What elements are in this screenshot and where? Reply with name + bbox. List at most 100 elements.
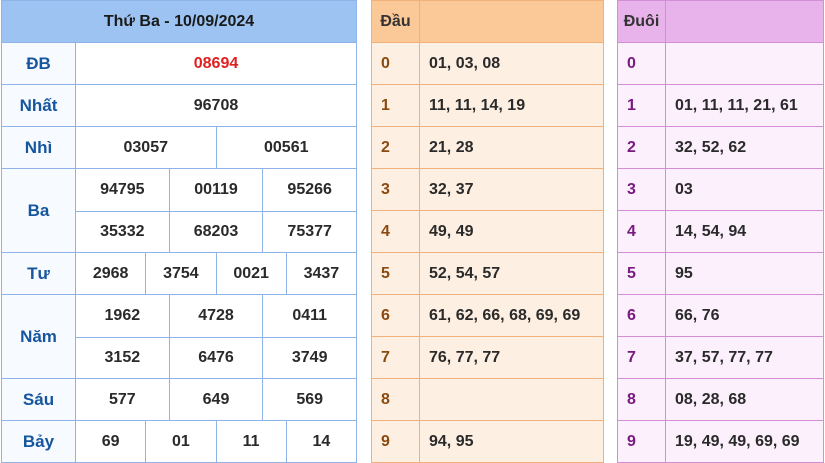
tail-table-header: Đuôi (618, 1, 823, 43)
prize-number: 1962 (104, 307, 141, 324)
tail-row: 3 03 (618, 169, 823, 211)
tail-row: 4 14, 54, 94 (618, 211, 823, 253)
prize-number: 6476 (168, 338, 263, 378)
head-values: 11, 11, 14, 19 (429, 96, 526, 114)
prize-number: 14 (285, 421, 356, 462)
head-table-header: Đầu (372, 1, 603, 43)
prize-number: 00561 (215, 127, 357, 168)
tail-values: 19, 49, 49, 69, 69 (675, 432, 800, 450)
prize-row-second: Nhì 03057 00561 (2, 127, 356, 169)
prize-number: 649 (168, 379, 263, 420)
tail-values: 37, 57, 77, 77 (675, 348, 773, 366)
tail-digit: 4 (618, 211, 666, 252)
head-digit: 8 (372, 379, 420, 420)
prize-number: 577 (108, 390, 136, 408)
tail-digit: 3 (618, 169, 666, 210)
tail-digits-table: Đuôi 0 1 01, 11, 11, 21, 61 2 32, 52, 62 3… (617, 0, 824, 463)
tail-row: 0 (618, 43, 823, 85)
head-row: 9 94, 95 (372, 421, 603, 462)
prize-label: Bảy (2, 421, 76, 462)
tail-values: 95 (675, 264, 693, 282)
head-row: 5 52, 54, 57 (372, 253, 603, 295)
prize-number: 94795 (100, 181, 145, 198)
prize-number: 569 (262, 379, 356, 420)
prize-number: 00119 (168, 169, 263, 211)
head-values: 49, 49 (429, 222, 474, 240)
prize-number: 0021 (215, 253, 286, 294)
head-values (420, 379, 603, 420)
head-digit: 7 (372, 337, 420, 378)
head-values: 61, 62, 66, 68, 69, 69 (429, 306, 581, 324)
prize-number: 01 (145, 421, 215, 462)
tail-values: 08, 28, 68 (675, 390, 747, 408)
prize-label: Ba (2, 169, 76, 252)
prize-number: 0411 (262, 295, 356, 337)
prize-row-seventh: Bảy 69 01 11 14 (2, 421, 356, 462)
head-row: 8 (372, 379, 603, 421)
prize-row-fourth: Tư 2968 3754 0021 3437 (2, 253, 356, 295)
prize-label: Nhì (2, 127, 76, 168)
prize-number: 03057 (123, 138, 169, 156)
head-values: 32, 37 (429, 180, 474, 198)
head-digit: 3 (372, 169, 420, 210)
prize-row-first: Nhất 96708 (2, 85, 356, 127)
prize-number: 3754 (145, 253, 215, 294)
tail-values: 32, 52, 62 (675, 138, 747, 156)
prize-number: 4728 (168, 295, 263, 337)
tail-table-title: Đuôi (618, 1, 666, 42)
prize-number: 75377 (262, 212, 356, 252)
prize-number: 3749 (262, 338, 356, 378)
prize-label: Sáu (2, 379, 76, 420)
head-row: 7 76, 77, 77 (372, 337, 603, 379)
tail-row: 7 37, 57, 77, 77 (618, 337, 823, 379)
head-values: 21, 28 (429, 138, 474, 156)
prize-number: 69 (101, 432, 120, 450)
tail-row: 6 66, 76 (618, 295, 823, 337)
head-digit: 0 (372, 43, 420, 84)
prize-row-special: ĐB 08694 (2, 43, 356, 85)
head-values: 01, 03, 08 (429, 54, 501, 72)
tail-digit: 1 (618, 85, 666, 126)
tail-row: 5 95 (618, 253, 823, 295)
tail-values: 01, 11, 11, 21, 61 (675, 96, 798, 114)
results-date-title: Thứ Ba - 10/09/2024 (2, 1, 356, 43)
prize-number: 2968 (92, 264, 129, 282)
tail-digit: 7 (618, 337, 666, 378)
head-digit: 5 (372, 253, 420, 294)
tail-digit: 0 (618, 43, 666, 84)
head-digit: 4 (372, 211, 420, 252)
head-digit: 1 (372, 85, 420, 126)
tail-row: 1 01, 11, 11, 21, 61 (618, 85, 823, 127)
head-values: 52, 54, 57 (429, 264, 501, 282)
prize-number: 11 (215, 421, 286, 462)
head-digit: 9 (372, 421, 420, 462)
head-values: 76, 77, 77 (429, 348, 501, 366)
prize-row-sixth: Sáu 577 649 569 (2, 379, 356, 421)
prize-label: Năm (2, 295, 76, 378)
head-row: 3 32, 37 (372, 169, 603, 211)
prize-row-third: Ba 94795 00119 95266 35332 68203 75377 (2, 169, 356, 253)
tail-row: 8 08, 28, 68 (618, 379, 823, 421)
head-digit: 6 (372, 295, 420, 336)
head-row: 0 01, 03, 08 (372, 43, 603, 85)
tail-row: 2 32, 52, 62 (618, 127, 823, 169)
prize-label: Nhất (2, 85, 76, 126)
tail-digit: 6 (618, 295, 666, 336)
head-row: 1 11, 11, 14, 19 (372, 85, 603, 127)
prize-number: 35332 (100, 223, 145, 240)
head-digits-table: Đầu 0 01, 03, 08 1 11, 11, 14, 19 2 21, 28 … (371, 0, 604, 463)
head-row: 4 49, 49 (372, 211, 603, 253)
prize-number: 3152 (104, 349, 141, 366)
prize-label: ĐB (2, 43, 76, 84)
prize-number: 3437 (285, 253, 356, 294)
tail-digit: 5 (618, 253, 666, 294)
prize-row-fifth: Năm 1962 4728 0411 3152 6476 3749 (2, 295, 356, 379)
head-row: 6 61, 62, 66, 68, 69, 69 (372, 295, 603, 337)
tail-values: 14, 54, 94 (675, 222, 747, 240)
tail-digit: 2 (618, 127, 666, 168)
special-prize-number: 08694 (193, 54, 239, 72)
head-row: 2 21, 28 (372, 127, 603, 169)
head-values: 94, 95 (429, 432, 474, 450)
tail-values: 03 (675, 180, 693, 198)
tail-values (666, 43, 823, 84)
